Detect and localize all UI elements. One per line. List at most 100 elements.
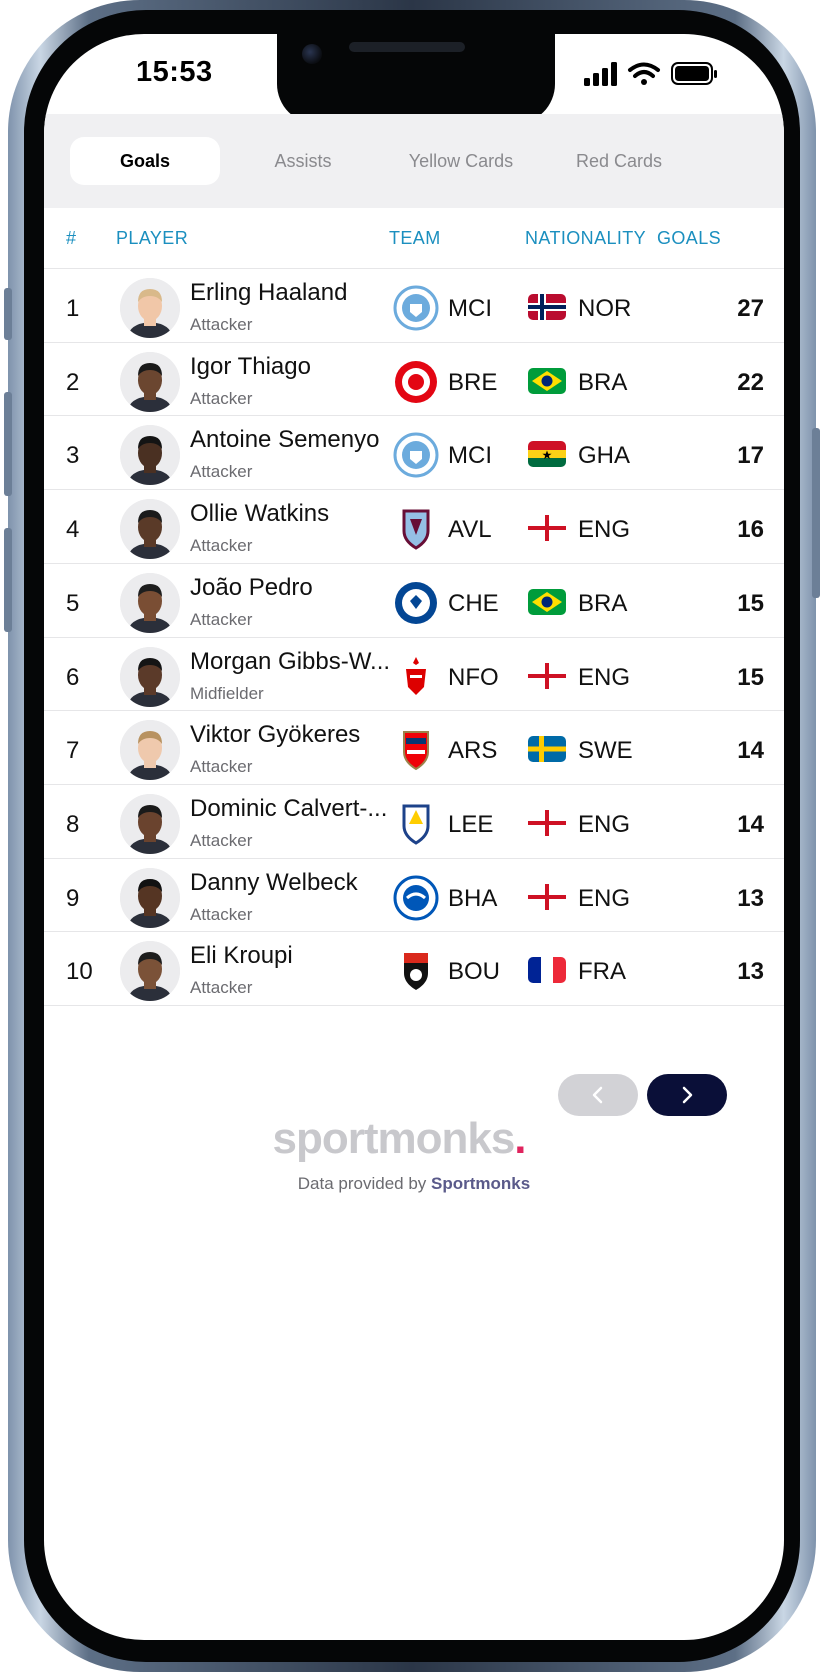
goals-count: 14: [737, 737, 764, 765]
sportmonks-logo: sportmonks.: [254, 1114, 544, 1168]
table-row[interactable]: 8 Dominic Calvert-... Attacker LEE ENG 14: [44, 783, 784, 863]
nationality-code: ENG: [578, 884, 631, 912]
team-code: ARS: [448, 737, 498, 765]
table-row[interactable]: 7 Viktor Gyökeres Attacker ARS SWE 14: [44, 710, 784, 789]
row-rank: 2: [66, 368, 80, 396]
player-name[interactable]: Morgan Gibbs-W...: [190, 648, 402, 676]
player-avatar: [120, 941, 180, 1002]
nationality-flag-icon: [528, 515, 566, 542]
signal-icon: [584, 62, 617, 86]
player-position: Attacker: [190, 609, 253, 629]
table-row[interactable]: 1 Erling Haaland Attacker MCI NOR 27: [44, 268, 784, 347]
table-row[interactable]: 10 Eli Kroupi Attacker BOU FRA 13: [44, 931, 784, 1010]
next-page-button[interactable]: [647, 1074, 727, 1116]
row-rank: 6: [66, 663, 80, 691]
nationality-flag-icon: [528, 367, 566, 394]
nationality-flag-icon: [528, 883, 566, 910]
team-crest-icon: [392, 431, 440, 479]
team-crest-icon: [392, 284, 440, 332]
player-name[interactable]: Danny Welbeck: [190, 869, 402, 897]
column-player: PLAYER: [116, 228, 189, 248]
table-row[interactable]: 9 Danny Welbeck Attacker BHA ENG 13: [44, 857, 784, 937]
nationality-flag-icon: [528, 588, 566, 615]
player-name[interactable]: Ollie Watkins: [190, 500, 402, 528]
team-crest-icon: [392, 653, 440, 701]
player-position: Attacker: [190, 904, 253, 924]
table-row[interactable]: 3 Antoine Semenyo Attacker MCI GHA 17: [44, 415, 784, 494]
tab-goals[interactable]: Goals: [70, 137, 220, 185]
row-rank: 9: [66, 884, 80, 912]
player-name[interactable]: João Pedro: [190, 574, 402, 602]
table-row[interactable]: 2 Igor Thiago Attacker BRE BRA 22: [44, 341, 784, 421]
team-crest-icon: [392, 358, 440, 406]
goals-count: 16: [737, 516, 764, 544]
row-rank: 3: [66, 442, 80, 470]
team-code: BOU: [448, 958, 501, 986]
table-row[interactable]: 6 Morgan Gibbs-W... Midfielder NFO ENG 15: [44, 636, 784, 716]
nationality-flag-icon: [528, 957, 566, 984]
front-camera: [302, 44, 322, 64]
team-code: CHE: [448, 589, 499, 617]
team-crest-icon: [392, 947, 440, 995]
team-crest-icon: [392, 800, 440, 848]
table-bottom-divider: [44, 1005, 784, 1006]
player-position: Attacker: [190, 315, 253, 334]
player-name[interactable]: Antoine Semenyo: [190, 426, 402, 454]
nationality-code: ENG: [578, 663, 631, 691]
player-avatar: [120, 572, 180, 633]
goals-count: 15: [737, 589, 764, 617]
brand-wordmark: sportmonks: [272, 1114, 515, 1163]
nationality-flag-icon: [528, 736, 566, 763]
previous-page-button[interactable]: [558, 1074, 638, 1116]
table-row[interactable]: 5 João Pedro Attacker CHE BRA 15: [44, 562, 784, 642]
player-name[interactable]: Viktor Gyökeres: [190, 721, 402, 749]
player-name[interactable]: Igor Thiago: [190, 353, 402, 381]
player-avatar: [120, 425, 180, 486]
team-crest-icon: [392, 505, 440, 553]
row-rank: 7: [66, 737, 80, 765]
tab-yellow-cards[interactable]: Yellow Cards: [386, 137, 536, 185]
player-position: Attacker: [190, 757, 253, 777]
player-position: Midfielder: [190, 683, 264, 703]
chevron-left-icon: [592, 1086, 603, 1104]
row-rank: 8: [66, 810, 80, 838]
player-name[interactable]: Dominic Calvert-...: [190, 795, 402, 823]
nationality-code: BRA: [578, 589, 628, 617]
goals-count: 22: [737, 368, 764, 396]
team-code: BHA: [448, 884, 498, 912]
team-code: AVL: [448, 516, 492, 544]
credit-brand[interactable]: Sportmonks: [431, 1174, 530, 1193]
team-crest-icon: [392, 726, 440, 774]
team-code: MCI: [448, 442, 492, 470]
goals-count: 17: [737, 442, 764, 470]
tab-assists[interactable]: Assists: [228, 137, 378, 185]
goals-count: 27: [737, 295, 764, 322]
player-name[interactable]: Eli Kroupi: [190, 942, 402, 970]
power-button: [812, 428, 820, 598]
row-rank: 10: [66, 958, 93, 986]
team-code: LEE: [448, 810, 494, 838]
player-avatar: [120, 720, 180, 781]
team-crest-icon: [392, 874, 440, 922]
player-position: Attacker: [190, 462, 253, 482]
battery-icon: [671, 62, 717, 85]
team-code: NFO: [448, 663, 499, 691]
team-crest-icon: [392, 579, 440, 627]
row-rank: 1: [66, 295, 80, 322]
column-team: TEAM: [389, 228, 441, 248]
team-code: MCI: [448, 295, 492, 322]
nationality-flag-icon: [528, 441, 566, 468]
nationality-code: FRA: [578, 958, 626, 986]
nationality-flag-icon: [528, 294, 566, 320]
player-position: Attacker: [190, 830, 253, 850]
tab-red-cards[interactable]: Red Cards: [544, 137, 694, 185]
table-row[interactable]: 4 Ollie Watkins Attacker AVL ENG 16: [44, 489, 784, 568]
volume-up-button: [4, 392, 12, 496]
player-avatar: [120, 867, 180, 928]
nationality-code: GHA: [578, 442, 631, 470]
player-avatar: [120, 646, 180, 707]
player-avatar: [120, 351, 180, 412]
player-name[interactable]: Erling Haaland: [190, 279, 402, 307]
nationality-code: ENG: [578, 810, 631, 838]
status-icons: [584, 60, 724, 90]
